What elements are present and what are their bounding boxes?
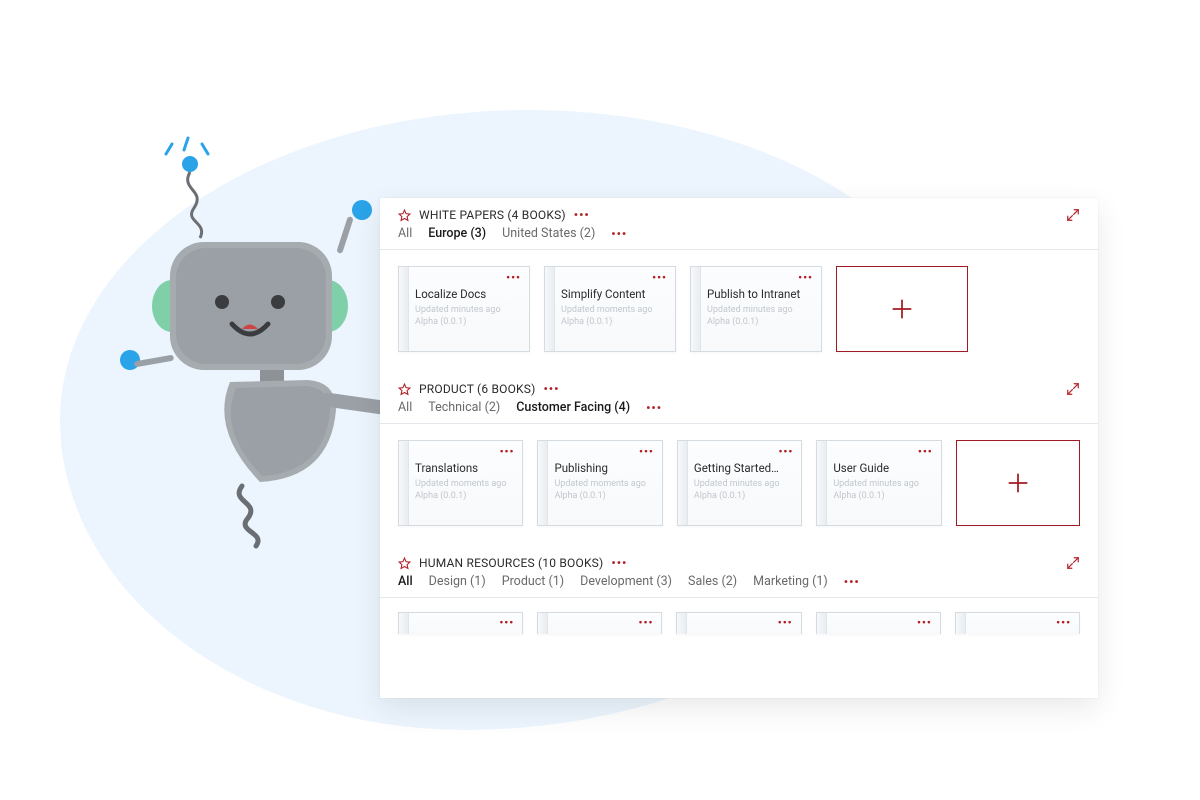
card-menu-icon[interactable]: ••• — [918, 445, 933, 458]
filter-tab[interactable]: Sales (2) — [688, 574, 737, 589]
filter-tab[interactable]: All — [398, 226, 412, 241]
section-menu-icon[interactable]: ••• — [543, 382, 559, 396]
book-card[interactable]: ••• Publish to Intranet Updated minutes ag… — [690, 266, 822, 352]
card-spine — [956, 613, 966, 634]
card-spine — [545, 267, 555, 351]
card-spine — [678, 441, 688, 525]
card-meta: Updated minutes agoAlpha (0.0.1) — [694, 478, 791, 502]
add-book-button[interactable] — [956, 440, 1080, 526]
filter-tab[interactable]: Technical (2) — [428, 400, 500, 415]
card-menu-icon[interactable]: ••• — [506, 271, 521, 284]
filter-tab[interactable]: Development (3) — [580, 574, 672, 589]
filter-tab[interactable]: All — [398, 400, 412, 415]
plus-icon — [1004, 469, 1032, 497]
book-card[interactable]: ••• Publishing Updated moments agoAlpha (0… — [537, 440, 662, 526]
books-panel: WHITE PAPERS (4 BOOKS) ••• All Europe (3) Un… — [380, 198, 1098, 698]
card-meta: Updated minutes agoAlpha (0.0.1) — [707, 304, 811, 328]
book-card[interactable]: ••• Translations Updated moments agoAlpha … — [398, 440, 523, 526]
filter-row: All Europe (3) United States (2) ••• — [398, 226, 1080, 249]
section-title: HUMAN RESOURCES (10 BOOKS) — [419, 556, 603, 570]
book-card[interactable]: ••• — [955, 612, 1080, 634]
card-spine — [817, 613, 827, 634]
card-spine — [817, 441, 827, 525]
card-spine — [399, 267, 409, 351]
card-title: Localize Docs — [415, 287, 519, 301]
section-header: PRODUCT (6 BOOKS) ••• — [398, 382, 1080, 396]
card-meta: Updated moments agoAlpha (0.0.1) — [561, 304, 665, 328]
book-card[interactable]: ••• User Guide Updated minutes agoAlpha (0… — [816, 440, 941, 526]
filter-tab[interactable]: United States (2) — [502, 226, 595, 241]
filter-tab[interactable]: Design (1) — [429, 574, 486, 589]
expand-icon[interactable] — [1066, 208, 1080, 222]
card-menu-icon[interactable]: ••• — [652, 271, 667, 284]
filter-menu-icon[interactable]: ••• — [646, 401, 662, 415]
section-title: PRODUCT (6 BOOKS) — [419, 382, 535, 396]
card-menu-icon[interactable]: ••• — [500, 445, 515, 458]
section: WHITE PAPERS (4 BOOKS) ••• All Europe (3) Un… — [380, 198, 1098, 249]
card-spine — [538, 613, 548, 634]
expand-icon[interactable] — [1066, 556, 1080, 570]
filter-row: All Technical (2) Customer Facing (4) ••• — [398, 400, 1080, 423]
section: HUMAN RESOURCES (10 BOOKS) ••• All Design (… — [380, 546, 1098, 597]
section-menu-icon[interactable]: ••• — [574, 208, 590, 222]
card-meta: Updated moments agoAlpha (0.0.1) — [415, 478, 512, 502]
add-book-button[interactable] — [836, 266, 968, 352]
card-spine — [538, 441, 548, 525]
card-menu-icon[interactable]: ••• — [639, 616, 654, 629]
filter-tab[interactable]: Marketing (1) — [753, 574, 828, 589]
book-card[interactable]: ••• — [676, 612, 801, 634]
card-menu-icon[interactable]: ••• — [778, 445, 793, 458]
card-spine — [399, 441, 409, 525]
card-menu-icon[interactable]: ••• — [499, 616, 514, 629]
card-meta: Updated minutes agoAlpha (0.0.1) — [833, 478, 930, 502]
star-icon[interactable] — [398, 383, 411, 396]
card-title: User Guide — [833, 461, 930, 475]
card-meta: Updated moments agoAlpha (0.0.1) — [554, 478, 651, 502]
filter-menu-icon[interactable]: ••• — [611, 227, 627, 241]
section-title: WHITE PAPERS (4 BOOKS) — [419, 208, 566, 222]
robot-illustration — [110, 130, 410, 550]
card-menu-icon[interactable]: ••• — [917, 616, 932, 629]
card-menu-icon[interactable]: ••• — [778, 616, 793, 629]
card-menu-icon[interactable]: ••• — [639, 445, 654, 458]
card-title: Getting Started… — [694, 461, 791, 475]
card-spine — [677, 613, 687, 634]
card-row: ••• Translations Updated moments agoAlpha … — [380, 423, 1098, 546]
section-menu-icon[interactable]: ••• — [611, 556, 627, 570]
card-menu-icon[interactable]: ••• — [1056, 616, 1071, 629]
book-card[interactable]: ••• — [816, 612, 941, 634]
book-card[interactable]: ••• Getting Started… Updated minutes agoAl… — [677, 440, 802, 526]
book-card[interactable]: ••• — [537, 612, 662, 634]
card-spine — [399, 613, 409, 634]
star-icon[interactable] — [398, 209, 411, 222]
filter-row: All Design (1) Product (1) Development (3) S… — [398, 574, 1080, 597]
card-title: Translations — [415, 461, 512, 475]
section-header: WHITE PAPERS (4 BOOKS) ••• — [398, 208, 1080, 222]
filter-tab[interactable]: Product (1) — [502, 574, 564, 589]
card-meta: Updated minutes agoAlpha (0.0.1) — [415, 304, 519, 328]
section-header: HUMAN RESOURCES (10 BOOKS) ••• — [398, 556, 1080, 570]
book-card[interactable]: ••• — [398, 612, 523, 634]
card-spine — [691, 267, 701, 351]
filter-tab[interactable]: Europe (3) — [428, 226, 486, 241]
section: PRODUCT (6 BOOKS) ••• All Technical (2) Cust… — [380, 372, 1098, 423]
star-icon[interactable] — [398, 557, 411, 570]
expand-icon[interactable] — [1066, 382, 1080, 396]
card-menu-icon[interactable]: ••• — [798, 271, 813, 284]
card-row: ••• ••• ••• ••• ••• — [380, 597, 1098, 634]
plus-icon — [888, 295, 916, 323]
filter-tab[interactable]: All — [398, 574, 413, 589]
card-title: Publishing — [554, 461, 651, 475]
filter-menu-icon[interactable]: ••• — [844, 575, 860, 589]
filter-tab[interactable]: Customer Facing (4) — [516, 400, 630, 415]
card-row: ••• Localize Docs Updated minutes agoAlpha… — [380, 249, 1098, 372]
card-title: Simplify Content — [561, 287, 665, 301]
book-card[interactable]: ••• Localize Docs Updated minutes agoAlpha… — [398, 266, 530, 352]
book-card[interactable]: ••• Simplify Content Updated moments agoAl… — [544, 266, 676, 352]
card-title: Publish to Intranet — [707, 287, 811, 301]
